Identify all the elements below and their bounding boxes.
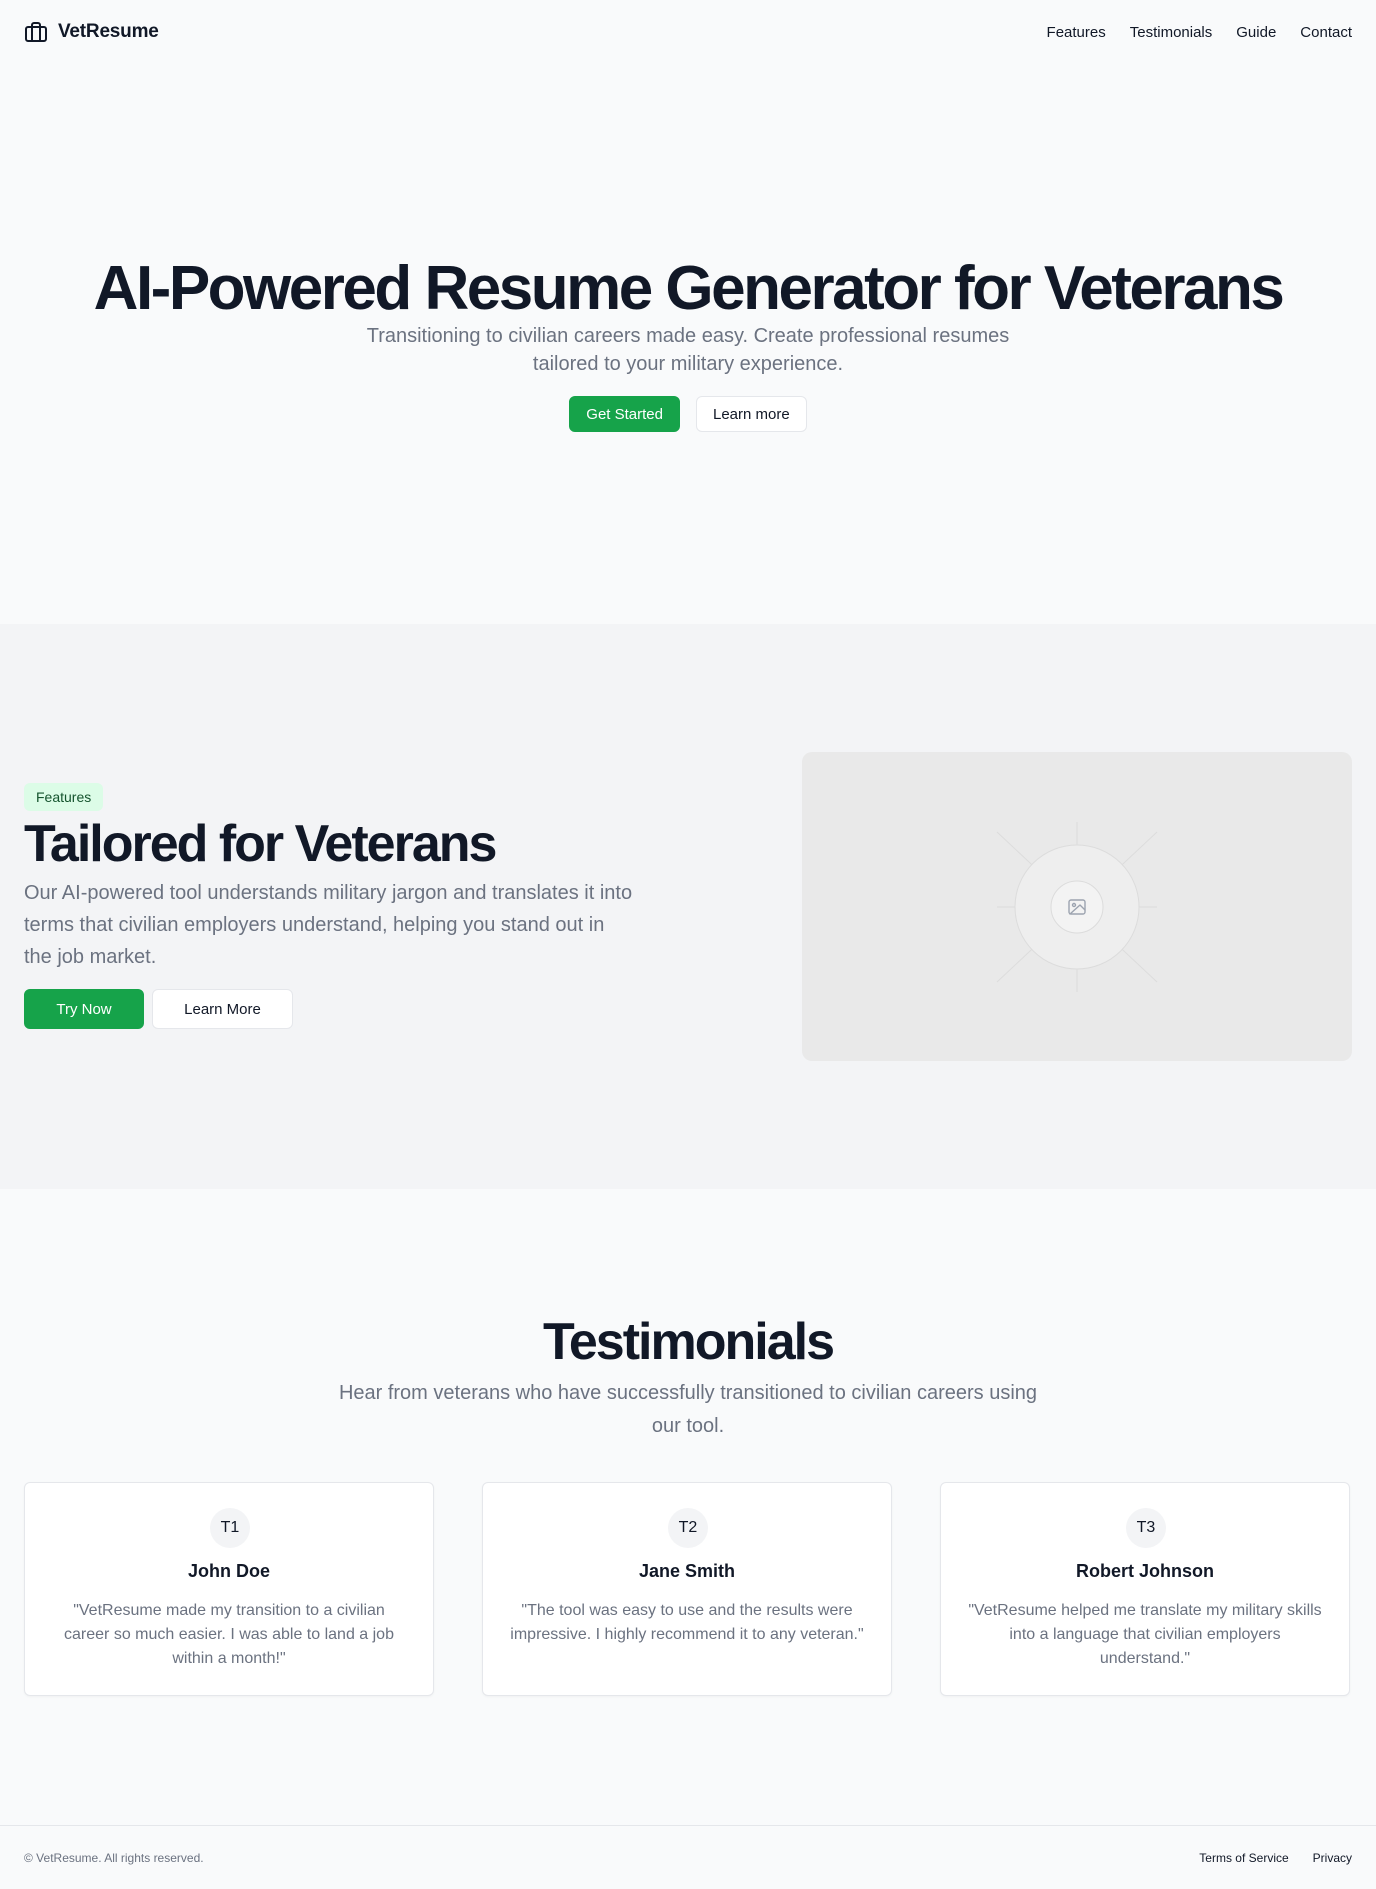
testimonial-quote: "The tool was easy to use and the result… xyxy=(510,1602,864,1643)
site-footer: © VetResume. All rights reserved. Terms … xyxy=(0,1825,1376,1889)
image-placeholder-icon xyxy=(996,822,1158,992)
testimonial-cards: T1 John Doe "VetResume made my transitio… xyxy=(24,1482,1350,1696)
features-buttons: Try Now Learn More xyxy=(24,989,293,1029)
testimonial-card: T1 John Doe "VetResume made my transitio… xyxy=(24,1482,434,1696)
hero-buttons: Get Started Learn more xyxy=(0,396,1376,432)
brand-link[interactable]: VetResume xyxy=(24,20,159,44)
features-learn-more-button[interactable]: Learn More xyxy=(152,989,293,1029)
hero-subtitle: Transitioning to civilian careers made e… xyxy=(366,325,1010,375)
features-title: Tailored for Veterans xyxy=(24,815,497,873)
footer-links: Terms of Service Privacy xyxy=(1199,1851,1352,1865)
testimonial-quote: "VetResume made my transition to a civil… xyxy=(64,1602,394,1667)
nav-link-contact[interactable]: Contact xyxy=(1300,24,1352,41)
testimonial-name: Jane Smith xyxy=(638,1561,736,1581)
features-badge: Features xyxy=(24,783,104,811)
nav-link-testimonials[interactable]: Testimonials xyxy=(1130,24,1213,41)
testimonial-name: John Doe xyxy=(187,1561,270,1581)
avatar: T2 xyxy=(668,1508,708,1548)
testimonial-quote: "VetResume helped me translate my milita… xyxy=(968,1602,1322,1667)
main-nav: Features Testimonials Guide Contact xyxy=(1047,24,1352,41)
brand-name: VetResume xyxy=(58,21,159,42)
avatar: T1 xyxy=(210,1508,250,1548)
terms-link[interactable]: Terms of Service xyxy=(1199,1851,1288,1865)
testimonials-section: Testimonials Hear from veterans who have… xyxy=(0,1189,1376,1825)
learn-more-button[interactable]: Learn more xyxy=(696,396,807,432)
try-now-button[interactable]: Try Now xyxy=(24,989,144,1029)
copyright-text: © VetResume. All rights reserved. xyxy=(24,1850,204,1865)
testimonial-card: T2 Jane Smith "The tool was easy to use … xyxy=(482,1482,892,1696)
feature-image-placeholder xyxy=(802,752,1352,1061)
hero-section: AI-Powered Resume Generator for Veterans… xyxy=(0,64,1376,624)
features-description: Our AI-powered tool understands military… xyxy=(24,882,633,968)
get-started-button[interactable]: Get Started xyxy=(569,396,680,432)
testimonials-subtitle: Hear from veterans who have successfully… xyxy=(338,1382,1038,1437)
nav-link-guide[interactable]: Guide xyxy=(1236,24,1276,41)
features-section: Features Tailored for Veterans Our AI-po… xyxy=(0,624,1376,1189)
hero-title: AI-Powered Resume Generator for Veterans xyxy=(93,254,1285,323)
testimonials-title: Testimonials xyxy=(542,1313,835,1371)
privacy-link[interactable]: Privacy xyxy=(1313,1851,1352,1865)
briefcase-icon xyxy=(24,20,48,44)
avatar: T3 xyxy=(1126,1508,1166,1548)
nav-link-features[interactable]: Features xyxy=(1047,24,1106,41)
testimonial-name: Robert Johnson xyxy=(1076,1561,1214,1581)
site-header: VetResume Features Testimonials Guide Co… xyxy=(0,0,1376,64)
testimonial-card: T3 Robert Johnson "VetResume helped me t… xyxy=(940,1482,1350,1696)
